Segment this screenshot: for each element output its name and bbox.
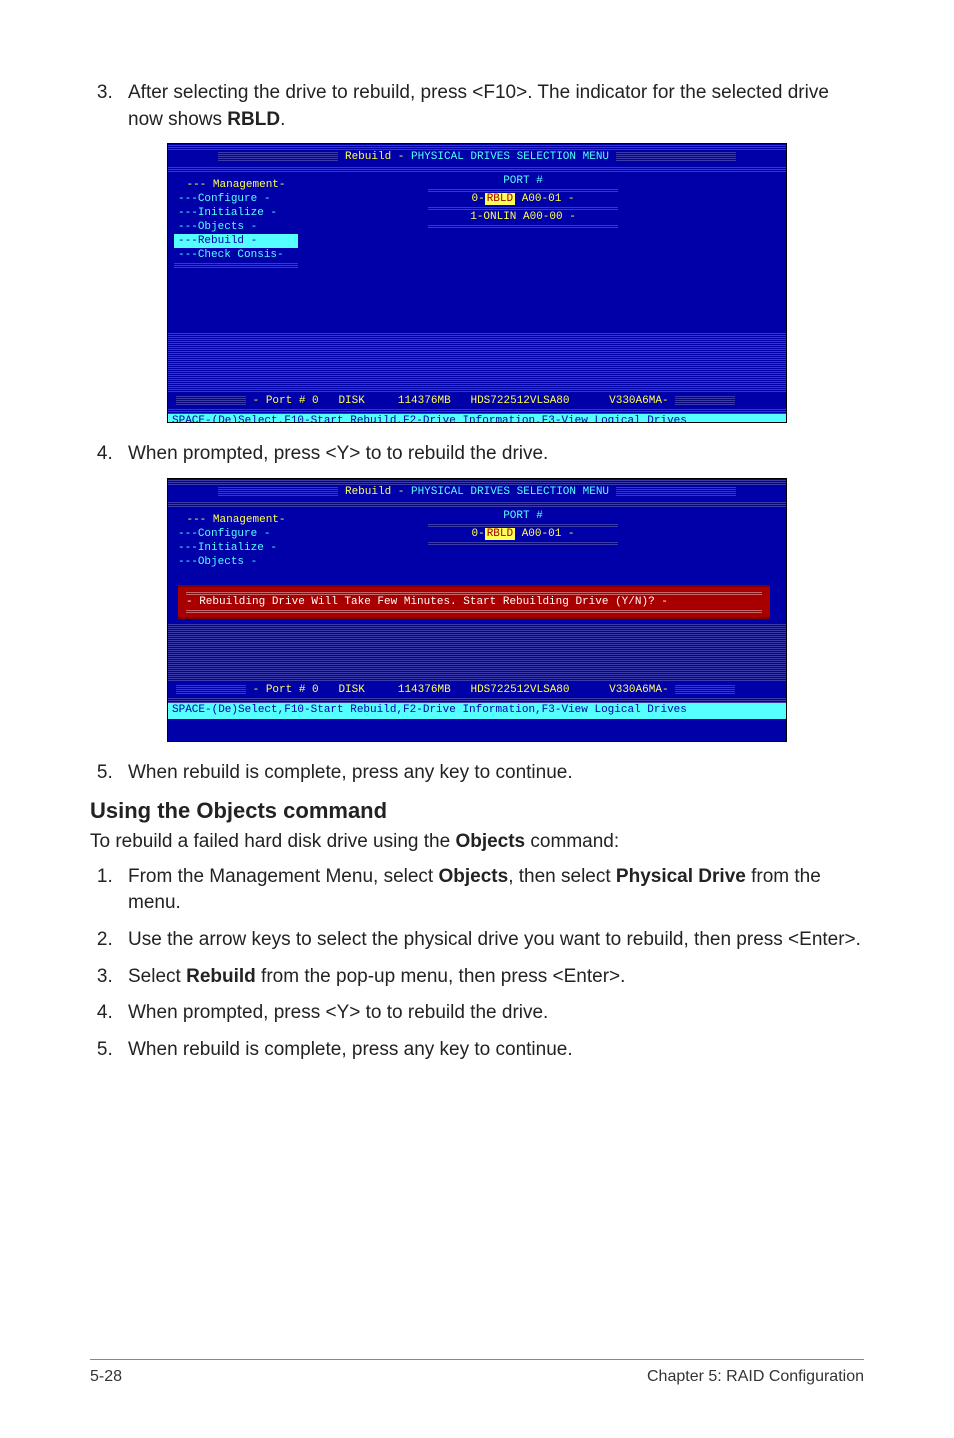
dos2-status-line: SPACE-(De)Select,F10-Start Rebuild,F2-Dr… [168,703,786,719]
objects-step-4: When prompted, press <Y> to to rebuild t… [118,1000,864,1027]
page-number: 5-28 [90,1366,122,1388]
objects-step-2: Use the arrow keys to select the physica… [118,927,864,954]
objects-step-3: Select Rebuild from the pop-up menu, the… [118,964,864,991]
objects-step-5: When rebuild is complete, press any key … [118,1037,864,1064]
dos1-title-b: PHYSICAL DRIVES SELECTION MENU [411,151,609,163]
step3-text-b: . [280,109,285,130]
step-3: After selecting the drive to rebuild, pr… [118,80,864,133]
dos1-drive-info-footer: - Port # 0 DISK 114376MB HDS722512VLSA80… [168,394,786,408]
intro-text: To rebuild a failed hard disk drive usin… [90,829,864,856]
step-4: When prompted, press <Y> to to rebuild t… [118,441,864,468]
step-5: When rebuild is complete, press any key … [118,760,864,787]
dos1-menu-rebuild-selected: ---Rebuild - [174,234,298,248]
dos1-port-row-1: 1-ONLIN A00-00 - [428,210,618,224]
rbld-indicator: RBLD [485,528,515,540]
bios-screenshot-rebuild-prompt: Rebuild - PHYSICAL DRIVES SELECTION MENU… [167,478,787,742]
dos1-management-menu: --- Management- ---Configure - ---Initia… [174,178,298,268]
bios-screenshot-rebuild-selection: Rebuild - PHYSICAL DRIVES SELECTION MENU… [167,143,787,423]
dos1-port-panel: PORT # 0-RBLD A00-01 - 1-ONLIN A00-00 - [428,174,618,228]
section-heading-objects-command: Using the Objects command [90,796,864,827]
dos2-title-a: Rebuild - [345,486,411,498]
dos2-port-row-0: 0-RBLD A00-01 - [428,527,618,541]
dos1-status-line: SPACE-(De)Select,F10-Start Rebuild,F2-Dr… [168,414,786,423]
objects-step-1: From the Management Menu, select Objects… [118,864,864,917]
dos1-port-row-0: 0-RBLD A00-01 - [428,192,618,206]
step3-bold: RBLD [227,109,280,130]
step5-text: When rebuild is complete, press any key … [128,762,573,783]
chapter-label: Chapter 5: RAID Configuration [647,1366,864,1388]
page-footer: 5-28 Chapter 5: RAID Configuration [90,1359,864,1388]
step4-text: When prompted, press <Y> to to rebuild t… [128,443,548,464]
dos2-port-panel: PORT # 0-RBLD A00-01 - [428,509,618,545]
dos2-title-b: PHYSICAL DRIVES SELECTION MENU [411,486,609,498]
rbld-indicator: RBLD [485,193,515,205]
dos2-rebuild-confirm-prompt: - Rebuilding Drive Will Take Few Minutes… [178,585,770,619]
dos1-title-a: Rebuild - [345,151,411,163]
dos2-management-menu: --- Management- ---Configure - ---Initia… [174,513,298,569]
dos2-drive-info-footer: - Port # 0 DISK 114376MB HDS722512VLSA80… [168,683,786,697]
